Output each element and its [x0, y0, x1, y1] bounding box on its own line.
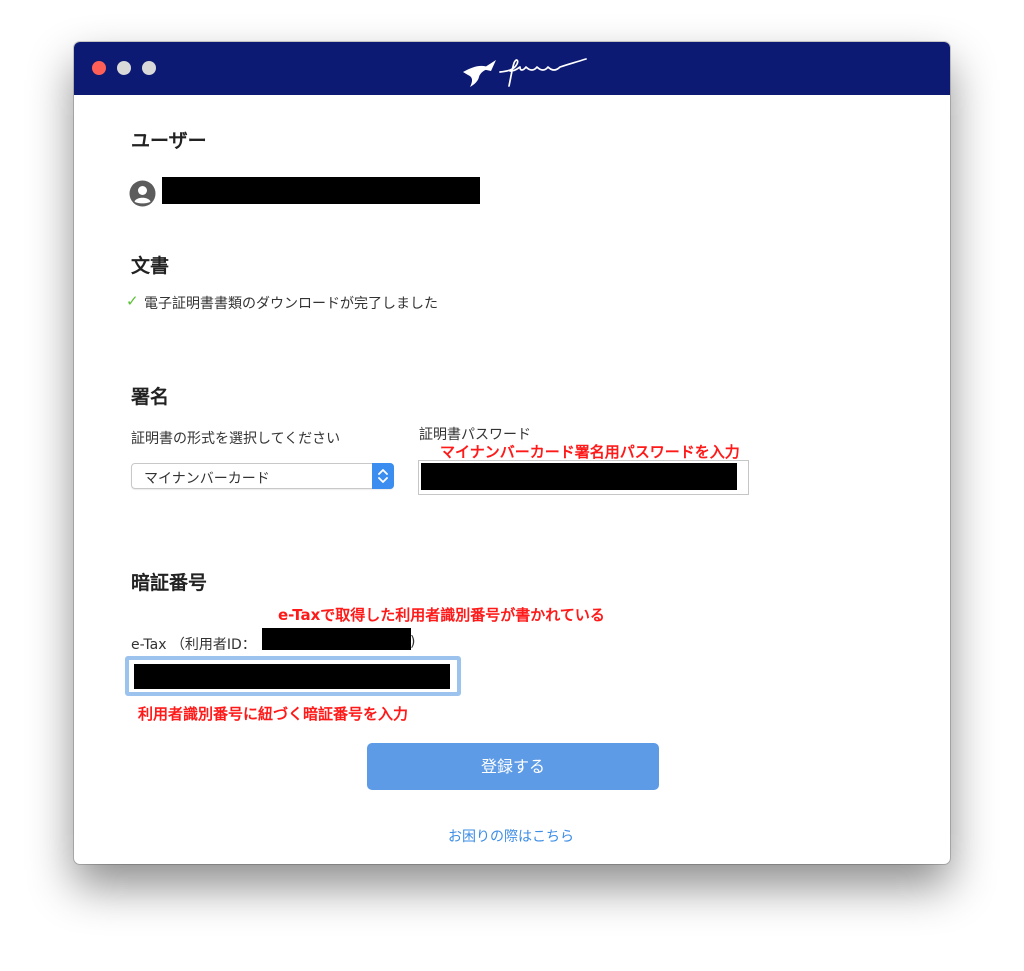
- freee-logo: [463, 58, 587, 87]
- pin-input[interactable]: [125, 656, 461, 696]
- certificate-format-value: マイナンバーカード: [144, 471, 270, 487]
- etax-id-label: e-Tax （利用者ID：: [131, 637, 256, 653]
- username-redacted: [162, 177, 480, 204]
- select-updown-icon: [372, 463, 394, 489]
- pin-annotation: 利用者識別番号に紐づく暗証番号を入力: [138, 705, 409, 723]
- password-redacted: [421, 463, 737, 490]
- maximize-window-button[interactable]: [142, 61, 156, 75]
- title-bar: [74, 42, 950, 95]
- check-icon: ✓: [126, 292, 139, 310]
- download-status-text: 電子証明書書類のダウンロードが完了しました: [144, 296, 438, 312]
- certificate-format-label: 証明書の形式を選択してください: [131, 431, 341, 447]
- user-heading: ユーザー: [131, 130, 207, 152]
- user-account-icon: [129, 180, 156, 207]
- close-window-button[interactable]: [92, 61, 106, 75]
- pin-redacted: [134, 664, 450, 689]
- minimize-window-button[interactable]: [117, 61, 131, 75]
- signature-heading: 署名: [131, 386, 170, 408]
- certificate-format-select[interactable]: マイナンバーカード: [131, 463, 394, 489]
- help-link[interactable]: お困りの際はこちら: [448, 826, 574, 846]
- certificate-password-input[interactable]: [418, 460, 749, 495]
- etax-id-annotation: e-Taxで取得した利用者識別番号が書かれている: [278, 606, 605, 624]
- document-heading: 文書: [131, 255, 170, 277]
- pin-heading: 暗証番号: [131, 572, 208, 594]
- etax-id-label-close: ): [410, 634, 416, 650]
- etax-id-redacted: [262, 628, 411, 650]
- register-button[interactable]: 登録する: [367, 743, 659, 790]
- app-window: ユーザー 文書 ✓ 電子証明書書類のダウンロードが完了しました 署名 証明書の形…: [74, 42, 950, 864]
- password-annotation: マイナンバーカード署名用パスワードを入力: [440, 443, 740, 461]
